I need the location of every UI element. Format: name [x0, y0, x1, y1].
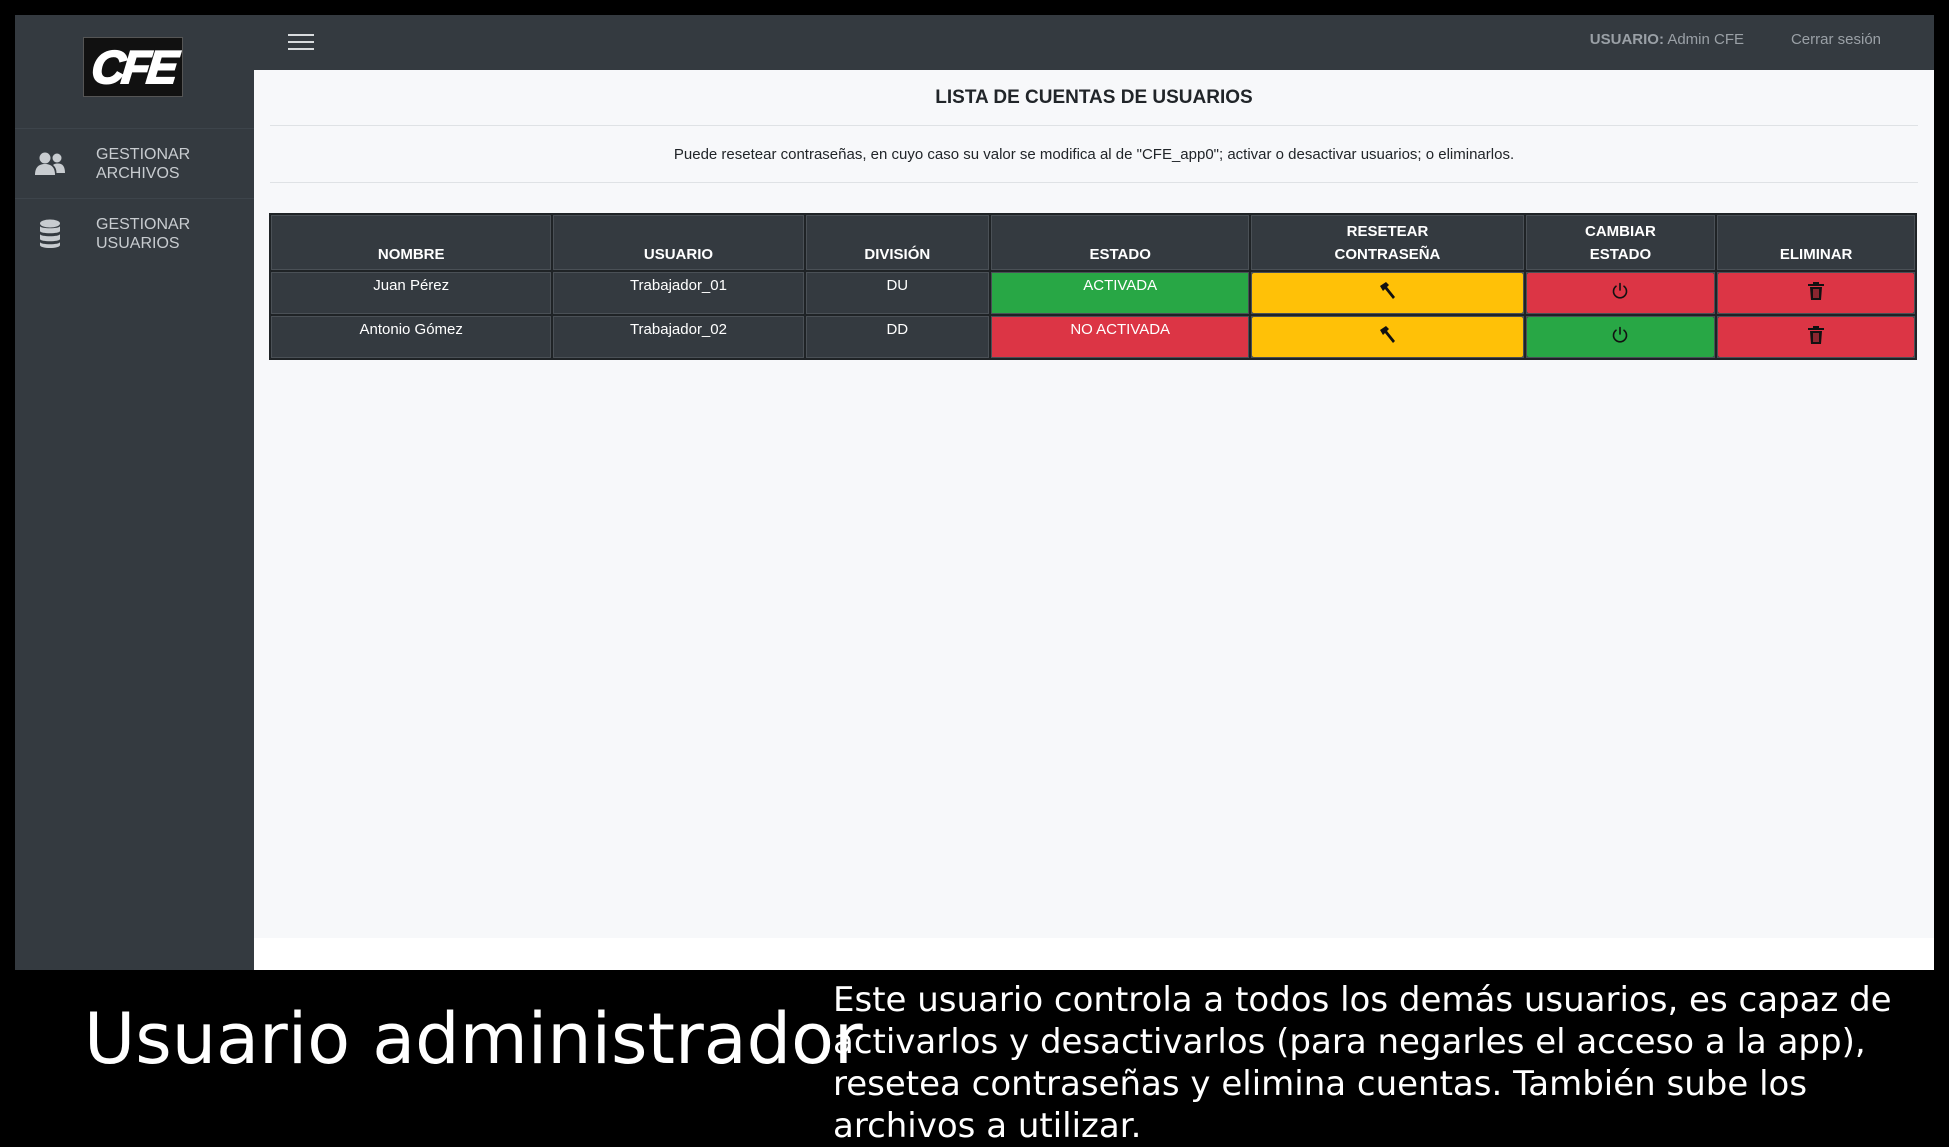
- cell-reset: [1251, 316, 1524, 358]
- hamburger-line: [288, 48, 314, 50]
- trash-icon: [1807, 325, 1825, 349]
- users-table: NOMBRE USUARIO DIVISIÓN ESTADO RESETEAR …: [269, 213, 1917, 360]
- logo-text: CFE: [88, 40, 178, 94]
- sidebar: CFE GESTIONAR ARCHIVOS GESTIONAR USUARIO…: [15, 15, 254, 970]
- column-header-division: DIVISIÓN: [805, 215, 990, 270]
- divider: [270, 125, 1918, 126]
- column-header-eliminar: ELIMINAR: [1717, 215, 1915, 270]
- current-user: USUARIO: Admin CFE: [1590, 31, 1744, 48]
- app-window: CFE GESTIONAR ARCHIVOS GESTIONAR USUARIO…: [15, 15, 1934, 970]
- cell-toggle: [1525, 272, 1716, 314]
- hammer-icon: [1377, 281, 1397, 305]
- cell-delete: [1717, 316, 1915, 358]
- page-title: LISTA DE CUENTAS DE USUARIOS: [935, 87, 1253, 108]
- logo-box: CFE: [83, 37, 183, 97]
- trash-icon: [1807, 281, 1825, 305]
- user-label: USUARIO:: [1589, 31, 1664, 48]
- cell-division: DD: [805, 316, 990, 358]
- column-header-resetear: RESETEAR CONTRASEÑA: [1251, 215, 1524, 270]
- cfe-logo[interactable]: CFE: [83, 37, 183, 97]
- hamburger-menu-icon[interactable]: [288, 29, 314, 55]
- column-header-usuario: USUARIO: [553, 215, 804, 270]
- logout-link[interactable]: Cerrar sesión: [1791, 31, 1881, 48]
- column-header-cambiar-estado: CAMBIAR ESTADO: [1525, 215, 1716, 270]
- cell-toggle: [1525, 316, 1716, 358]
- sidebar-item-label: GESTIONAR USUARIOS: [96, 215, 191, 252]
- top-navbar: USUARIO: Admin CFE Cerrar sesión: [254, 15, 1934, 70]
- reset-password-button[interactable]: [1252, 317, 1523, 357]
- users-icon: [33, 147, 67, 181]
- hamburger-line: [288, 41, 314, 43]
- user-name: Admin CFE: [1667, 31, 1744, 48]
- caption-title: Usuario administrador: [84, 998, 863, 1080]
- cell-nombre: Juan Pérez: [271, 272, 552, 314]
- delete-user-button[interactable]: [1718, 317, 1914, 357]
- cell-usuario: Trabajador_01: [553, 272, 804, 314]
- table-header-row: NOMBRE USUARIO DIVISIÓN ESTADO RESETEAR …: [271, 215, 1915, 270]
- cell-nombre: Antonio Gómez: [271, 316, 552, 358]
- toggle-status-button[interactable]: [1526, 317, 1715, 357]
- column-header-estado: ESTADO: [991, 215, 1250, 270]
- sidebar-item-label: GESTIONAR ARCHIVOS: [96, 145, 191, 182]
- cell-usuario: Trabajador_02: [553, 316, 804, 358]
- column-header-nombre: NOMBRE: [271, 215, 552, 270]
- main-content: LISTA DE CUENTAS DE USUARIOS Puede reset…: [254, 70, 1934, 938]
- database-icon: [33, 217, 67, 251]
- sidebar-item-gestionar-archivos[interactable]: GESTIONAR ARCHIVOS: [15, 128, 254, 198]
- hamburger-line: [288, 34, 314, 36]
- power-icon: [1611, 326, 1629, 348]
- page-description: Puede resetear contraseñas, en cuyo caso…: [673, 146, 1515, 163]
- status-badge: NO ACTIVADA: [991, 316, 1250, 358]
- cell-division: DU: [805, 272, 990, 314]
- cell-reset: [1251, 272, 1524, 314]
- page-footer-area: [254, 938, 1934, 970]
- sidebar-item-gestionar-usuarios[interactable]: GESTIONAR USUARIOS: [15, 198, 254, 268]
- table-row: Antonio Gómez Trabajador_02 DD NO ACTIVA…: [271, 316, 1915, 358]
- hammer-icon: [1377, 325, 1397, 349]
- reset-password-button[interactable]: [1252, 273, 1523, 313]
- table-row: Juan Pérez Trabajador_01 DU ACTIVADA: [271, 272, 1915, 314]
- caption-text: Este usuario controla a todos los demás …: [833, 980, 1892, 1146]
- toggle-status-button[interactable]: [1526, 273, 1715, 313]
- cell-delete: [1717, 272, 1915, 314]
- status-badge: ACTIVADA: [991, 272, 1250, 314]
- power-icon: [1611, 282, 1629, 304]
- divider: [270, 182, 1918, 183]
- delete-user-button[interactable]: [1718, 273, 1914, 313]
